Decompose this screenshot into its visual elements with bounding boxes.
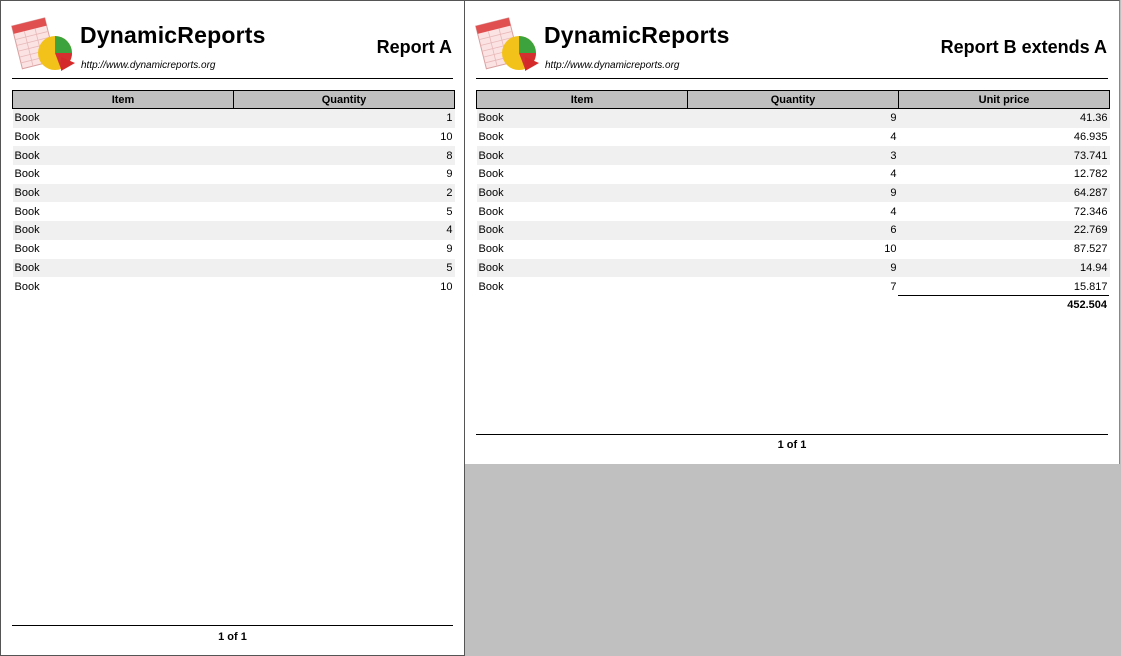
cell-unit-price: 41.36 [898,108,1110,128]
brand-url: http://www.dynamicreports.org [81,60,216,71]
cell-quantity: 1 [233,108,455,128]
cell-item: Book [476,221,688,240]
footer-rule [476,434,1108,435]
table-row: Book 8 [12,146,455,166]
cell-item: Book [12,277,234,296]
cell-quantity: 9 [233,239,455,259]
report-title: Report A [376,37,452,57]
cell-unit-price: 64.287 [898,183,1110,203]
cell-item: Book [12,146,234,166]
report-b-table: Item Quantity Unit price Book 9 41.36 Book… [476,90,1110,296]
cell-item: Book [476,165,688,184]
dynamicreports-logo-icon [475,17,539,71]
column-header-quantity: Quantity [233,90,455,109]
table-row: Book 10 87.527 [476,239,1110,259]
cell-item: Book [12,108,234,128]
cell-item: Book [12,239,234,259]
table-row: Book 10 [12,277,455,296]
brand-url: http://www.dynamicreports.org [545,60,680,71]
table-row: Book 9 14.94 [476,258,1110,278]
cell-unit-price: 22.769 [898,221,1110,240]
table-row: Book 3 73.741 [476,146,1110,166]
cell-quantity: 9 [233,165,455,184]
header-rule [476,78,1108,79]
report-b-page: DynamicReports http://www.dynamicreports… [465,0,1120,464]
table-row: Book 10 [12,127,455,147]
page-number: 1 of 1 [218,631,247,643]
table-row: Book 9 64.287 [476,183,1110,203]
table-header-row: Item Quantity Unit price [476,90,1110,109]
brand-name: DynamicReports [80,22,266,48]
cell-quantity: 6 [687,221,899,240]
column-header-quantity: Quantity [687,90,899,109]
cell-item: Book [476,277,688,296]
cell-quantity: 10 [233,277,455,296]
cell-unit-price: 12.782 [898,165,1110,184]
cell-item: Book [12,258,234,278]
cell-item: Book [476,202,688,222]
brand-name: DynamicReports [544,22,730,48]
header-rule [12,78,453,79]
cell-item: Book [476,146,688,166]
cell-unit-price: 72.346 [898,202,1110,222]
report-title: Report B extends A [940,37,1107,57]
unit-price-total: 452.504 [1067,299,1107,311]
cell-unit-price: 14.94 [898,258,1110,278]
cell-item: Book [12,165,234,184]
cell-quantity: 8 [233,146,455,166]
table-row: Book 4 46.935 [476,127,1110,147]
cell-quantity: 4 [687,127,899,147]
table-row: Book 9 [12,239,455,259]
report-a-page: DynamicReports http://www.dynamicreports… [0,0,465,656]
column-header-item: Item [12,90,234,109]
cell-item: Book [12,127,234,147]
cell-item: Book [12,202,234,222]
cell-item: Book [476,239,688,259]
cell-quantity: 4 [687,202,899,222]
table-row: Book 1 [12,108,455,128]
cell-quantity: 5 [233,202,455,222]
cell-quantity: 9 [687,108,899,128]
table-row: Book 9 [12,165,455,184]
cell-quantity: 5 [233,258,455,278]
table-row: Book 2 [12,183,455,203]
cell-quantity: 10 [687,239,899,259]
footer-rule [12,625,453,626]
cell-quantity: 2 [233,183,455,203]
cell-item: Book [12,221,234,240]
cell-quantity: 4 [233,221,455,240]
table-row: Book 6 22.769 [476,221,1110,240]
cell-unit-price: 46.935 [898,127,1110,147]
cell-item: Book [476,183,688,203]
total-rule [898,295,1109,296]
table-row: Book 7 15.817 [476,277,1110,296]
cell-quantity: 9 [687,183,899,203]
cell-item: Book [476,258,688,278]
table-row: Book 5 [12,202,455,222]
cell-quantity: 10 [233,127,455,147]
table-row: Book 4 [12,221,455,240]
cell-item: Book [476,127,688,147]
cell-quantity: 7 [687,277,899,296]
dynamicreports-logo-icon [11,17,75,71]
table-row: Book 5 [12,258,455,278]
cell-quantity: 3 [687,146,899,166]
table-row: Book 9 41.36 [476,108,1110,128]
cell-unit-price: 73.741 [898,146,1110,166]
cell-quantity: 4 [687,165,899,184]
column-header-unit-price: Unit price [898,90,1110,109]
column-header-item: Item [476,90,688,109]
cell-unit-price: 87.527 [898,239,1110,259]
table-row: Book 4 12.782 [476,165,1110,184]
cell-item: Book [476,108,688,128]
cell-item: Book [12,183,234,203]
cell-quantity: 9 [687,258,899,278]
report-a-table: Item Quantity Book 1 Book 10 Book 8 Book 9 B… [12,90,455,296]
table-row: Book 4 72.346 [476,202,1110,222]
page-number: 1 of 1 [777,439,807,451]
cell-unit-price: 15.817 [898,277,1110,296]
table-header-row: Item Quantity [12,90,455,109]
